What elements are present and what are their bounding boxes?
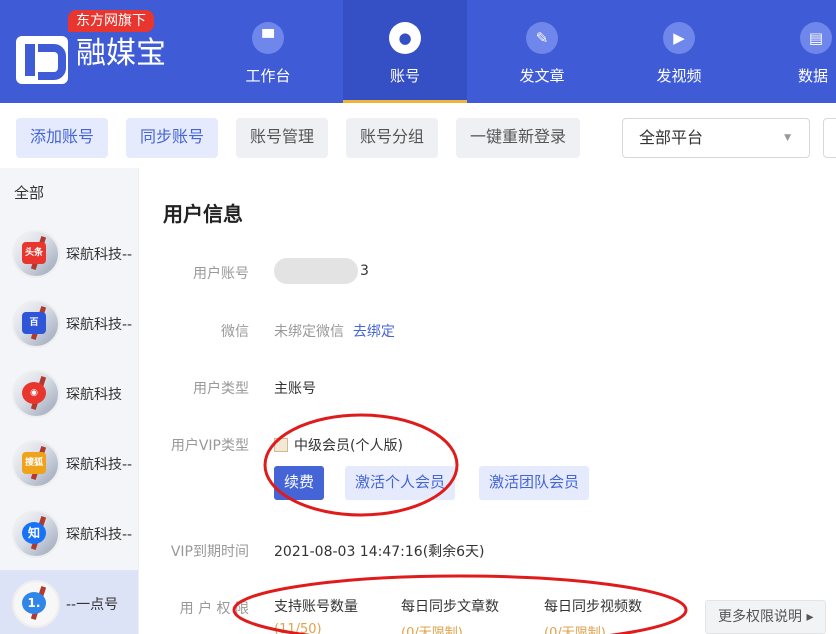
nav-label: 发文章 xyxy=(519,67,565,85)
vip-type-text: 中级会员(个人版) xyxy=(294,438,403,454)
play-icon: ▶ xyxy=(663,22,695,54)
baidu-platform-icon: 百 xyxy=(22,312,46,334)
user-info-panel: 用户信息 用户账号 3 微信 未绑定微信 去绑定 用户类型 主账号 用户VIP类… xyxy=(138,168,836,634)
group-account-button[interactable]: 账号分组 xyxy=(346,118,439,158)
page-title: 用户信息 xyxy=(163,202,243,226)
app-name: 融媒宝 xyxy=(76,36,166,71)
account-name: 琛航科技-- xyxy=(66,317,133,333)
nav-data[interactable]: ▤ 数据 xyxy=(754,0,836,103)
account-list-item-selected[interactable]: 1. --一点号 xyxy=(0,570,138,634)
account-name: 琛航科技-- xyxy=(66,247,133,263)
sidebar-all-filter[interactable]: 全部 xyxy=(14,182,44,203)
vip-expire-value: 2021-08-03 14:47:16(剩余6天) xyxy=(274,544,485,560)
wechat-value: 未绑定微信 去绑定 xyxy=(274,321,395,341)
chart-icon: ▤ xyxy=(800,22,832,54)
account-name: 琛航科技-- xyxy=(66,457,133,473)
account-suffix: 3 xyxy=(360,263,369,279)
yidian-platform-icon: 1. xyxy=(22,592,46,614)
account-list-item[interactable]: 知 琛航科技-- xyxy=(0,500,138,568)
account-toolbar: 添加账号 同步账号 账号管理 账号分组 一键重新登录 全部平台 ▼ xyxy=(0,103,836,168)
account-list-item[interactable]: 头条 琛航科技-- xyxy=(0,220,138,288)
wechat-label: 微信 xyxy=(221,324,249,340)
manage-account-button[interactable]: 账号管理 xyxy=(236,118,329,158)
feather-icon: ✎ xyxy=(526,22,558,54)
add-account-button[interactable]: 添加账号 xyxy=(16,118,109,158)
masked-account xyxy=(274,258,358,284)
nav-publish-article[interactable]: ✎ 发文章 xyxy=(480,0,604,103)
vip-badge-icon xyxy=(274,438,288,452)
logo-mark-icon xyxy=(16,36,68,84)
logo-badge: 东方网旗下 xyxy=(68,10,154,32)
permission-label: 用 户 权 限 xyxy=(179,601,249,617)
chevron-down-icon: ▼ xyxy=(784,133,791,143)
perm-accounts-value: (11/50) xyxy=(274,622,322,634)
bind-wechat-link[interactable]: 去绑定 xyxy=(353,324,395,340)
nav-account[interactable]: ● 账号 xyxy=(343,0,467,103)
perm-videos-label: 每日同步视频数 xyxy=(544,599,642,615)
secondary-select[interactable] xyxy=(823,118,836,158)
vip-type-value: 中级会员(个人版) xyxy=(274,435,403,455)
account-name: 琛航科技-- xyxy=(66,527,133,543)
more-permissions-button[interactable]: 更多权限说明 ▸ xyxy=(705,600,827,634)
activate-team-vip-button[interactable]: 激活团队会员 xyxy=(479,466,590,500)
relogin-all-button[interactable]: 一键重新登录 xyxy=(456,118,581,158)
vip-type-label: 用户VIP类型 xyxy=(170,438,249,454)
platform-select-value: 全部平台 xyxy=(639,128,704,147)
account-list-item[interactable]: ◉ 琛航科技 xyxy=(0,360,138,428)
account-name: --一点号 xyxy=(66,597,119,613)
perm-videos-value: (0/无限制) xyxy=(544,626,606,634)
nav-workbench[interactable]: ▀ 工作台 xyxy=(206,0,330,103)
account-value: 3 xyxy=(274,258,369,284)
toutiao-platform-icon: 头条 xyxy=(22,242,46,264)
zhihu-platform-icon: 知 xyxy=(22,522,46,544)
sync-account-button[interactable]: 同步账号 xyxy=(126,118,219,158)
nav-label: 发视频 xyxy=(656,67,702,85)
wechat-status: 未绑定微信 xyxy=(274,324,344,340)
perm-articles-label: 每日同步文章数 xyxy=(401,599,499,615)
account-sidebar: 全部 头条 琛航科技-- 百 琛航科技-- ◉ 琛航科技 搜狐 琛航科技-- 知… xyxy=(0,168,138,634)
weibo-platform-icon: ◉ xyxy=(22,382,46,404)
activate-personal-vip-button[interactable]: 激活个人会员 xyxy=(345,466,456,500)
account-name: 琛航科技 xyxy=(66,387,122,403)
vip-expire-label: VIP到期时间 xyxy=(170,544,249,560)
nav-publish-video[interactable]: ▶ 发视频 xyxy=(617,0,741,103)
renew-button[interactable]: 续费 xyxy=(274,466,325,500)
account-list-item[interactable]: 搜狐 琛航科技-- xyxy=(0,430,138,498)
account-list-item[interactable]: 百 琛航科技-- xyxy=(0,290,138,358)
app-logo: 东方网旗下 融媒宝 xyxy=(14,10,184,90)
user-icon: ● xyxy=(389,22,421,54)
user-type-label: 用户类型 xyxy=(193,381,249,397)
platform-select[interactable]: 全部平台 ▼ xyxy=(622,118,810,158)
perm-articles-value: (0/无限制) xyxy=(401,626,463,634)
nav-label: 账号 xyxy=(389,67,420,85)
sohu-platform-icon: 搜狐 xyxy=(22,452,46,474)
nav-label: 工作台 xyxy=(245,67,291,85)
monitor-icon: ▀ xyxy=(252,22,284,54)
top-header: 东方网旗下 融媒宝 ▀ 工作台 ● 账号 ✎ 发文章 ▶ 发视频 ▤ 数据 xyxy=(0,0,836,103)
perm-accounts-label: 支持账号数量 xyxy=(274,599,358,615)
account-label: 用户账号 xyxy=(193,266,249,282)
nav-label: 数据 xyxy=(798,67,829,85)
user-type-value: 主账号 xyxy=(274,381,316,397)
